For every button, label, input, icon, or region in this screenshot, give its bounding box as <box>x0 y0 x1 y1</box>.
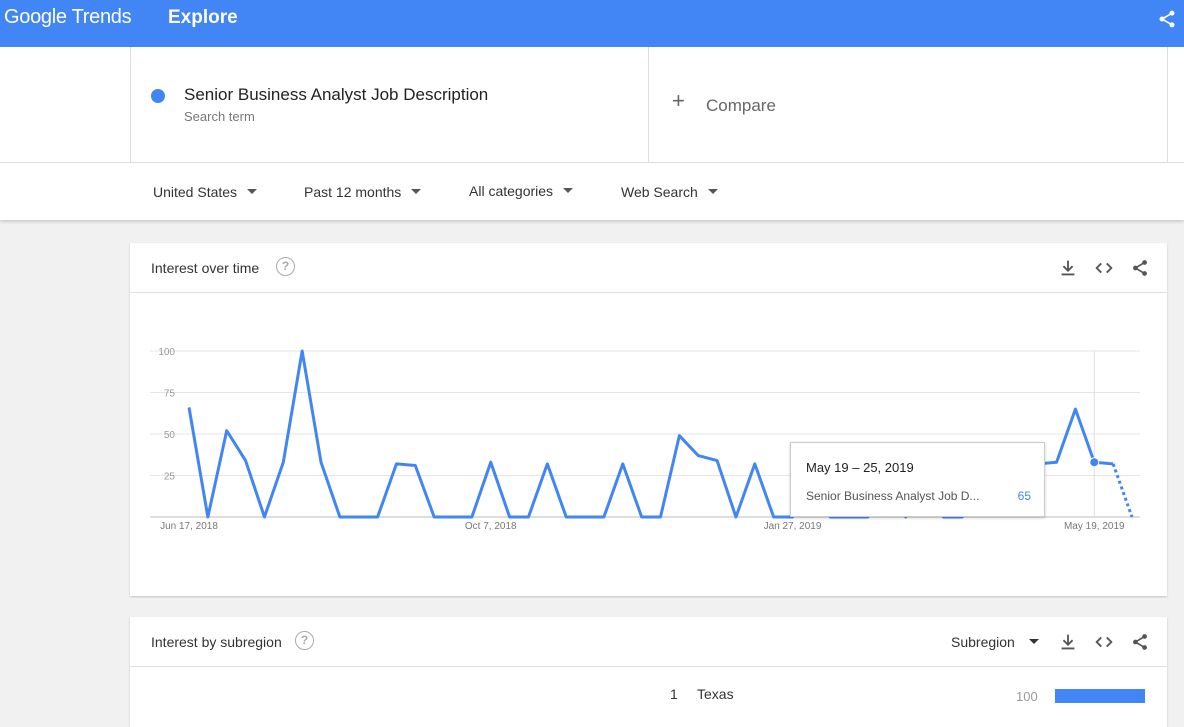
compare-button[interactable]: + Compare <box>649 47 1168 163</box>
filter-bar: United States Past 12 months All categor… <box>0 163 1184 220</box>
chevron-down-icon <box>708 189 718 194</box>
search-term-title[interactable]: Senior Business Analyst Job Description <box>184 85 488 105</box>
card-header: Interest by subregion ? Subregion <box>130 617 1167 667</box>
plus-icon: + <box>672 91 685 111</box>
time-filter[interactable]: Past 12 months <box>304 184 421 200</box>
search-term-bar: Senior Business Analyst Job Description … <box>0 47 1184 163</box>
search-type-filter[interactable]: Web Search <box>621 184 718 200</box>
search-term-subtitle: Search term <box>184 109 255 124</box>
chevron-down-icon <box>247 189 257 194</box>
search-type-filter-label: Web Search <box>621 184 698 200</box>
download-icon[interactable] <box>1057 631 1079 653</box>
subregion-name[interactable]: Texas <box>697 686 734 702</box>
geo-filter-label: United States <box>153 184 237 200</box>
card-header: Interest over time ? <box>130 243 1167 293</box>
page-title: Explore <box>168 7 238 29</box>
subregion-rank: 1 <box>670 686 678 702</box>
term-color-dot <box>151 89 165 103</box>
y-tick-label: 75 <box>164 389 176 400</box>
help-icon[interactable]: ? <box>295 631 314 650</box>
share-icon[interactable] <box>1157 9 1177 29</box>
x-tick-label: Jun 17, 2018 <box>160 521 218 532</box>
embed-icon[interactable] <box>1093 257 1115 279</box>
chevron-down-icon <box>411 189 421 194</box>
category-filter[interactable]: All categories <box>469 183 573 199</box>
subregion-select[interactable]: Subregion <box>951 634 1039 650</box>
compare-label: Compare <box>706 96 776 116</box>
tooltip-date: May 19 – 25, 2019 <box>806 460 914 475</box>
x-tick-label: May 19, 2019 <box>1064 521 1125 532</box>
tooltip-value: 65 <box>1018 489 1031 503</box>
x-tick-label: Jan 27, 2019 <box>764 521 822 532</box>
interest-by-subregion-card: Interest by subregion ? Subregion 1 Texa… <box>130 617 1167 727</box>
y-tick-label: 100 <box>158 347 175 358</box>
embed-icon[interactable] <box>1093 631 1115 653</box>
series-line-partial <box>1113 464 1132 517</box>
geo-filter[interactable]: United States <box>153 184 257 200</box>
card-title: Interest over time <box>151 260 259 276</box>
subregion-select-label: Subregion <box>951 634 1015 650</box>
interest-over-time-card: Interest over time ? 100 75 50 25 Jun 17, 20… <box>130 243 1167 596</box>
chevron-down-icon <box>563 188 573 193</box>
help-icon[interactable]: ? <box>276 257 295 276</box>
card-title: Interest by subregion <box>151 634 282 650</box>
x-tick-label: Oct 7, 2018 <box>465 521 517 532</box>
y-tick-label: 25 <box>164 472 176 483</box>
share-icon[interactable] <box>1129 257 1151 279</box>
chevron-down-icon <box>1029 639 1039 644</box>
y-tick-label: 50 <box>164 430 176 441</box>
category-filter-label: All categories <box>469 183 553 199</box>
top-app-bar: Google Trends Explore <box>0 0 1184 47</box>
highlight-point <box>1090 458 1099 467</box>
subregion-bar <box>1055 689 1145 703</box>
share-icon[interactable] <box>1129 631 1151 653</box>
chart-tooltip: May 19 – 25, 2019 Senior Business Analys… <box>790 442 1045 517</box>
search-term-card[interactable]: Senior Business Analyst Job Description … <box>130 47 649 163</box>
google-trends-logo[interactable]: Google Trends <box>4 6 131 29</box>
tooltip-term: Senior Business Analyst Job D... <box>806 489 979 503</box>
download-icon[interactable] <box>1057 257 1079 279</box>
subregion-value: 100 <box>1016 689 1038 704</box>
time-filter-label: Past 12 months <box>304 184 401 200</box>
